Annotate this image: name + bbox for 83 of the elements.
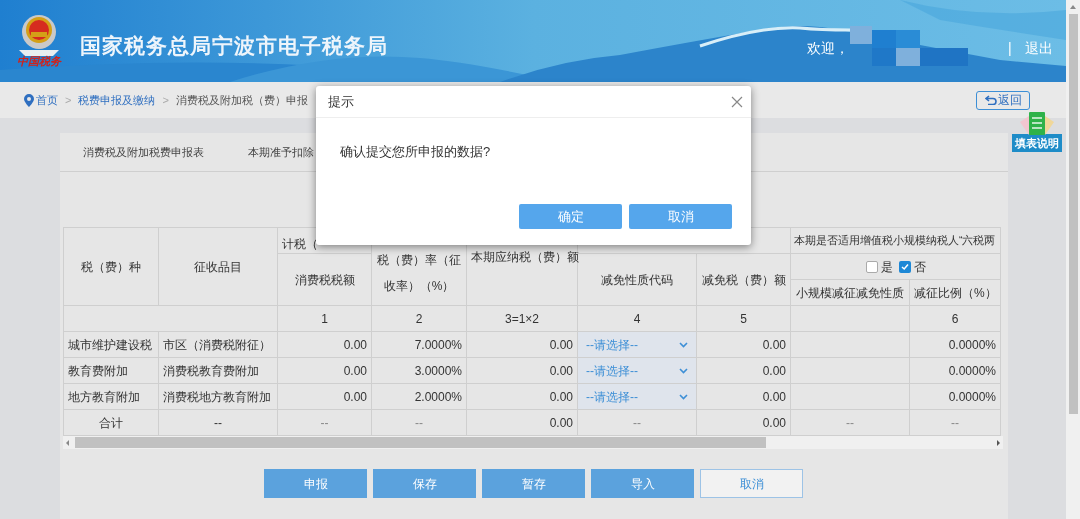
column-number: 1 bbox=[277, 305, 372, 332]
column-number: 4 bbox=[577, 305, 697, 332]
logo-text: 中国税务 bbox=[17, 56, 61, 67]
table-cell: 0.0000% bbox=[909, 383, 1001, 410]
table-cell: 教育费附加 bbox=[63, 357, 159, 384]
option-label: 是 bbox=[880, 258, 893, 276]
column-number: 6 bbox=[909, 305, 1001, 332]
table-cell: 2.0000% bbox=[371, 383, 467, 410]
action-button[interactable]: 取消 bbox=[700, 469, 803, 498]
breadcrumb-separator: > bbox=[162, 92, 169, 108]
table-cell: 0.00 bbox=[466, 357, 578, 384]
table-cell: 0.0000% bbox=[909, 331, 1001, 358]
checkbox[interactable] bbox=[898, 260, 911, 273]
option-label: 否 bbox=[913, 258, 926, 276]
logout-link[interactable]: 退出 bbox=[1025, 38, 1053, 59]
table-cell: 0.00 bbox=[696, 357, 791, 384]
table-cell: 消费税地方教育附加 bbox=[158, 383, 278, 410]
table-cell: 0.00 bbox=[696, 409, 791, 436]
action-button[interactable]: 暂存 bbox=[482, 469, 585, 498]
help-badge[interactable]: 填表说明 bbox=[1012, 134, 1062, 152]
action-button[interactable]: 申报 bbox=[264, 469, 367, 498]
check-icon bbox=[900, 262, 909, 271]
chevron-down-icon bbox=[679, 341, 688, 348]
column-header: 减征比例（%） bbox=[909, 279, 1001, 306]
table-cell: -- bbox=[790, 409, 910, 436]
scrollbar-thumb[interactable] bbox=[75, 437, 766, 448]
column-header: 税（费）种 bbox=[63, 227, 159, 306]
chevron-down-icon bbox=[679, 367, 688, 374]
table-cell: -- bbox=[277, 409, 372, 436]
breadcrumb-link[interactable]: 税费申报及缴纳 bbox=[78, 91, 156, 109]
table-cell: 0.00 bbox=[696, 331, 791, 358]
breadcrumb-separator: > bbox=[65, 92, 72, 108]
column-header: 减免税（费）额 bbox=[696, 253, 791, 306]
table-cell: 0.00 bbox=[696, 383, 791, 410]
table-cell: 0.0000% bbox=[909, 357, 1001, 384]
vertical-scrollbar[interactable] bbox=[1066, 0, 1080, 519]
table-cell: 地方教育附加 bbox=[63, 383, 159, 410]
return-icon bbox=[984, 95, 997, 105]
select-field[interactable]: --请选择-- bbox=[578, 332, 696, 357]
table-cell: 0.00 bbox=[466, 409, 578, 436]
table-cell: 城市维护建设税 bbox=[63, 331, 159, 358]
table-cell: 0.00 bbox=[277, 383, 372, 410]
home-link[interactable]: 首页 bbox=[24, 91, 58, 109]
form-tab[interactable]: 消费税及附加税费申报表 bbox=[83, 143, 204, 161]
column-number: 2 bbox=[371, 305, 467, 332]
group-header: 本期是否适用增值税小规模纳税人“六税两 bbox=[794, 232, 997, 248]
checkbox[interactable] bbox=[865, 260, 878, 273]
breadcrumb-current: 消费税及附加税（费）申报 bbox=[175, 92, 308, 108]
table-cell: 消费税教育费附加 bbox=[158, 357, 278, 384]
dialog-button[interactable]: 确定 bbox=[519, 204, 622, 229]
form-tab[interactable]: 本期准予扣除 bbox=[248, 143, 314, 161]
chevron-down-icon bbox=[679, 393, 688, 400]
action-button[interactable]: 保存 bbox=[373, 469, 476, 498]
table-cell: -- bbox=[909, 409, 1001, 436]
table-cell: 0.00 bbox=[466, 383, 578, 410]
column-header: 小规模减征减免性质 bbox=[790, 279, 910, 306]
table-cell: 7.0000% bbox=[371, 331, 467, 358]
divider-text: | bbox=[1008, 39, 1012, 58]
welcome-text: 欢迎， bbox=[807, 39, 849, 58]
location-pin-icon bbox=[24, 93, 34, 107]
table-cell: -- bbox=[577, 409, 697, 436]
select-field[interactable]: --请选择-- bbox=[578, 384, 696, 409]
site-title: 国家税务总局宁波市电子税务局 bbox=[80, 33, 388, 59]
column-number: 5 bbox=[696, 305, 791, 332]
dialog-button[interactable]: 取消 bbox=[629, 204, 732, 229]
table-cell: -- bbox=[371, 409, 467, 436]
table-cell: 0.00 bbox=[277, 357, 372, 384]
dialog-message: 确认提交您所申报的数据? bbox=[339, 143, 492, 161]
table-cell: -- bbox=[158, 409, 278, 436]
table-cell: 市区（消费税附征） bbox=[158, 331, 278, 358]
column-header: 征收品目 bbox=[158, 227, 278, 306]
dialog-title: 提示 bbox=[328, 92, 354, 111]
document-icon bbox=[1017, 112, 1057, 135]
back-button[interactable]: 返回 bbox=[976, 90, 1030, 110]
column-number: 3=1×2 bbox=[466, 305, 578, 332]
table-cell: 合计 bbox=[63, 409, 159, 436]
table-cell: 0.00 bbox=[466, 331, 578, 358]
table-cell: 0.00 bbox=[277, 331, 372, 358]
scroll-up-icon[interactable] bbox=[1069, 4, 1077, 10]
action-button[interactable]: 导入 bbox=[591, 469, 694, 498]
table-cell: 3.0000% bbox=[371, 357, 467, 384]
close-icon[interactable] bbox=[731, 95, 743, 108]
select-field[interactable]: --请选择-- bbox=[578, 358, 696, 383]
